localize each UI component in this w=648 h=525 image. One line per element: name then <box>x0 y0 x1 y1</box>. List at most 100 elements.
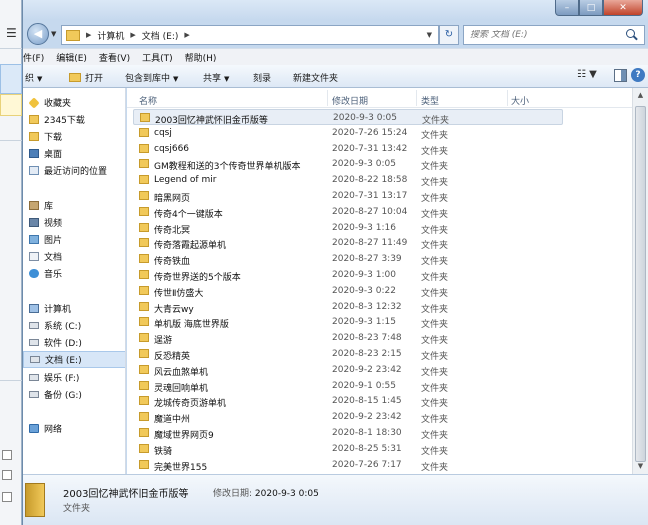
burn-button[interactable]: 刻录 <box>253 71 271 84</box>
file-row[interactable]: 传奇世界送的5个版本 2020-9-3 1:00 文件夹 <box>133 267 563 283</box>
column-header-size[interactable]: 大小 <box>511 94 529 107</box>
search-icon[interactable] <box>626 29 638 41</box>
small-square-icon[interactable] <box>2 492 12 502</box>
column-header-type[interactable]: 类型 <box>421 94 439 107</box>
help-icon[interactable]: ? <box>631 68 645 82</box>
file-row[interactable]: 传奇4个一键版本 2020-8-27 10:04 文件夹 <box>133 204 563 220</box>
address-dropdown-icon[interactable]: ▼ <box>427 31 432 39</box>
file-modified: 2020-8-22 18:58 <box>332 175 408 186</box>
file-row[interactable]: 魔域世界网页9 2020-8-1 18:30 文件夹 <box>133 425 563 441</box>
nav-favorites[interactable]: 收藏夹 <box>23 94 125 111</box>
file-modified: 2020-8-27 3:39 <box>332 254 402 265</box>
new-folder-button[interactable]: 新建文件夹 <box>293 71 338 84</box>
nav-libraries[interactable]: 库 <box>23 197 125 214</box>
nav-label: 软件 (D:) <box>44 339 82 349</box>
preview-pane-button[interactable] <box>614 69 627 82</box>
scroll-up-icon[interactable]: ▲ <box>633 88 648 103</box>
nav-item-music[interactable]: 音乐 <box>23 265 125 282</box>
chevron-right-icon[interactable]: ▶ <box>184 31 189 39</box>
file-row[interactable]: 反恐精英 2020-8-23 2:15 文件夹 <box>133 346 563 362</box>
column-header-name[interactable]: 名称 <box>139 94 157 107</box>
column-divider[interactable] <box>327 90 328 106</box>
minimize-button[interactable]: – <box>555 0 579 16</box>
nav-drive-f[interactable]: 娱乐 (F:) <box>23 369 125 386</box>
file-row[interactable]: 灵魂回响单机 2020-9-1 0:55 文件夹 <box>133 378 563 394</box>
scroll-thumb[interactable] <box>635 106 646 462</box>
file-type: 文件夹 <box>421 367 449 378</box>
file-row[interactable]: 传奇铁血 2020-8-27 3:39 文件夹 <box>133 251 563 267</box>
drive-icon <box>29 339 39 346</box>
nav-item-2345-downloads[interactable]: 2345下载 <box>23 111 125 128</box>
address-bar[interactable]: ▶ 计算机 ▶ 文档 (E:) ▶ ▼ <box>61 25 439 45</box>
vertical-scrollbar[interactable]: ▲ ▼ <box>632 88 648 474</box>
file-row[interactable]: 传奇北冥 2020-9-3 1:16 文件夹 <box>133 220 563 236</box>
column-divider[interactable] <box>507 90 508 106</box>
share-button[interactable]: 共享 ▼ <box>203 71 229 84</box>
nav-drive-d[interactable]: 软件 (D:) <box>23 334 125 351</box>
recent-pages-dropdown-icon[interactable]: ▼ <box>51 30 56 38</box>
title-bar[interactable]: – □ ✕ <box>23 0 648 20</box>
file-row[interactable]: 大青云wy 2020-8-3 12:32 文件夹 <box>133 299 563 315</box>
menu-icon[interactable]: ☰ <box>6 26 17 40</box>
organize-button[interactable]: 织 ▼ <box>25 71 42 84</box>
folder-icon <box>139 175 149 185</box>
small-square-icon[interactable] <box>2 470 12 480</box>
file-row[interactable]: 魔道中州 2020-9-2 23:42 文件夹 <box>133 409 563 425</box>
file-row[interactable]: 暗黑网页 2020-7-31 13:17 文件夹 <box>133 188 563 204</box>
background-selected-item[interactable] <box>0 64 22 94</box>
file-row[interactable]: 铁骑 2020-8-25 5:31 文件夹 <box>133 441 563 457</box>
back-button[interactable]: ◀ <box>27 23 49 45</box>
menu-edit[interactable]: 编辑(E) <box>56 51 87 64</box>
column-divider[interactable] <box>416 90 417 106</box>
folder-icon <box>139 159 149 169</box>
scroll-down-icon[interactable]: ▼ <box>633 459 648 474</box>
file-row[interactable]: cqsj666 2020-7-31 13:42 文件夹 <box>133 141 563 157</box>
file-row[interactable]: 传奇落霞起源单机 2020-8-27 11:49 文件夹 <box>133 235 563 251</box>
file-row[interactable]: 传世Ⅱ仿盛大 2020-9-3 0:22 文件夹 <box>133 283 563 299</box>
file-row[interactable]: 2003回忆神武怀旧金币版等 2020-9-3 0:05 文件夹 <box>133 109 563 126</box>
menu-help[interactable]: 帮助(H) <box>185 51 217 64</box>
file-type: 文件夹 <box>421 399 449 410</box>
file-row[interactable]: 龙城传奇页游单机 2020-8-15 1:45 文件夹 <box>133 393 563 409</box>
refresh-button[interactable]: ↻ <box>439 25 459 45</box>
nav-computer[interactable]: 计算机 <box>23 300 125 317</box>
nav-drive-e[interactable]: 文档 (E:) <box>23 351 125 368</box>
nav-item-recent[interactable]: 最近访问的位置 <box>23 162 125 179</box>
maximize-button[interactable]: □ <box>579 0 603 16</box>
chevron-right-icon[interactable]: ▶ <box>130 31 135 39</box>
nav-network[interactable]: 网络 <box>23 420 125 437</box>
file-modified: 2020-8-25 5:31 <box>332 443 402 454</box>
nav-item-downloads[interactable]: 下载 <box>23 128 125 145</box>
divider <box>0 140 22 141</box>
background-highlight-item[interactable] <box>0 94 22 116</box>
nav-item-videos[interactable]: 视频 <box>23 214 125 231</box>
view-options-button[interactable]: ☷ ▼ <box>577 69 605 84</box>
file-row[interactable]: cqsj 2020-7-26 15:24 文件夹 <box>133 125 563 141</box>
nav-drive-c[interactable]: 系统 (C:) <box>23 317 125 334</box>
close-button[interactable]: ✕ <box>603 0 643 16</box>
nav-item-desktop[interactable]: 桌面 <box>23 145 125 162</box>
menu-file[interactable]: 件(F) <box>23 51 44 64</box>
nav-drive-g[interactable]: 备份 (G:) <box>23 386 125 403</box>
file-row[interactable]: 风云血煞单机 2020-9-2 23:42 文件夹 <box>133 362 563 378</box>
search-input[interactable] <box>470 30 626 40</box>
file-row[interactable]: 完美世界155 2020-7-26 7:17 文件夹 <box>133 457 563 473</box>
nav-item-documents[interactable]: 文档 <box>23 248 125 265</box>
column-header-modified[interactable]: 修改日期 <box>332 94 368 107</box>
include-in-library-button[interactable]: 包含到库中 ▼ <box>125 71 178 84</box>
file-row[interactable]: GM教程和送的3个传奇世界单机版本 2020-9-3 0:05 文件夹 <box>133 156 563 172</box>
menu-tools[interactable]: 工具(T) <box>142 51 173 64</box>
file-row[interactable]: Legend of mir 2020-8-22 18:58 文件夹 <box>133 172 563 188</box>
nav-item-pictures[interactable]: 图片 <box>23 231 125 248</box>
small-square-icon[interactable] <box>2 450 12 460</box>
search-box[interactable] <box>463 25 645 45</box>
menu-view[interactable]: 查看(V) <box>99 51 130 64</box>
drive-icon <box>29 391 39 398</box>
breadcrumb-drive-e[interactable]: 文档 (E:) <box>142 29 179 42</box>
open-button[interactable]: 打开 <box>69 71 103 84</box>
library-icon <box>29 201 39 210</box>
file-row[interactable]: 逞游 2020-8-23 7:48 文件夹 <box>133 330 563 346</box>
file-row[interactable]: 单机版 海底世界版 2020-9-3 1:15 文件夹 <box>133 314 563 330</box>
breadcrumb-computer[interactable]: 计算机 <box>97 29 124 42</box>
chevron-right-icon[interactable]: ▶ <box>86 31 91 39</box>
